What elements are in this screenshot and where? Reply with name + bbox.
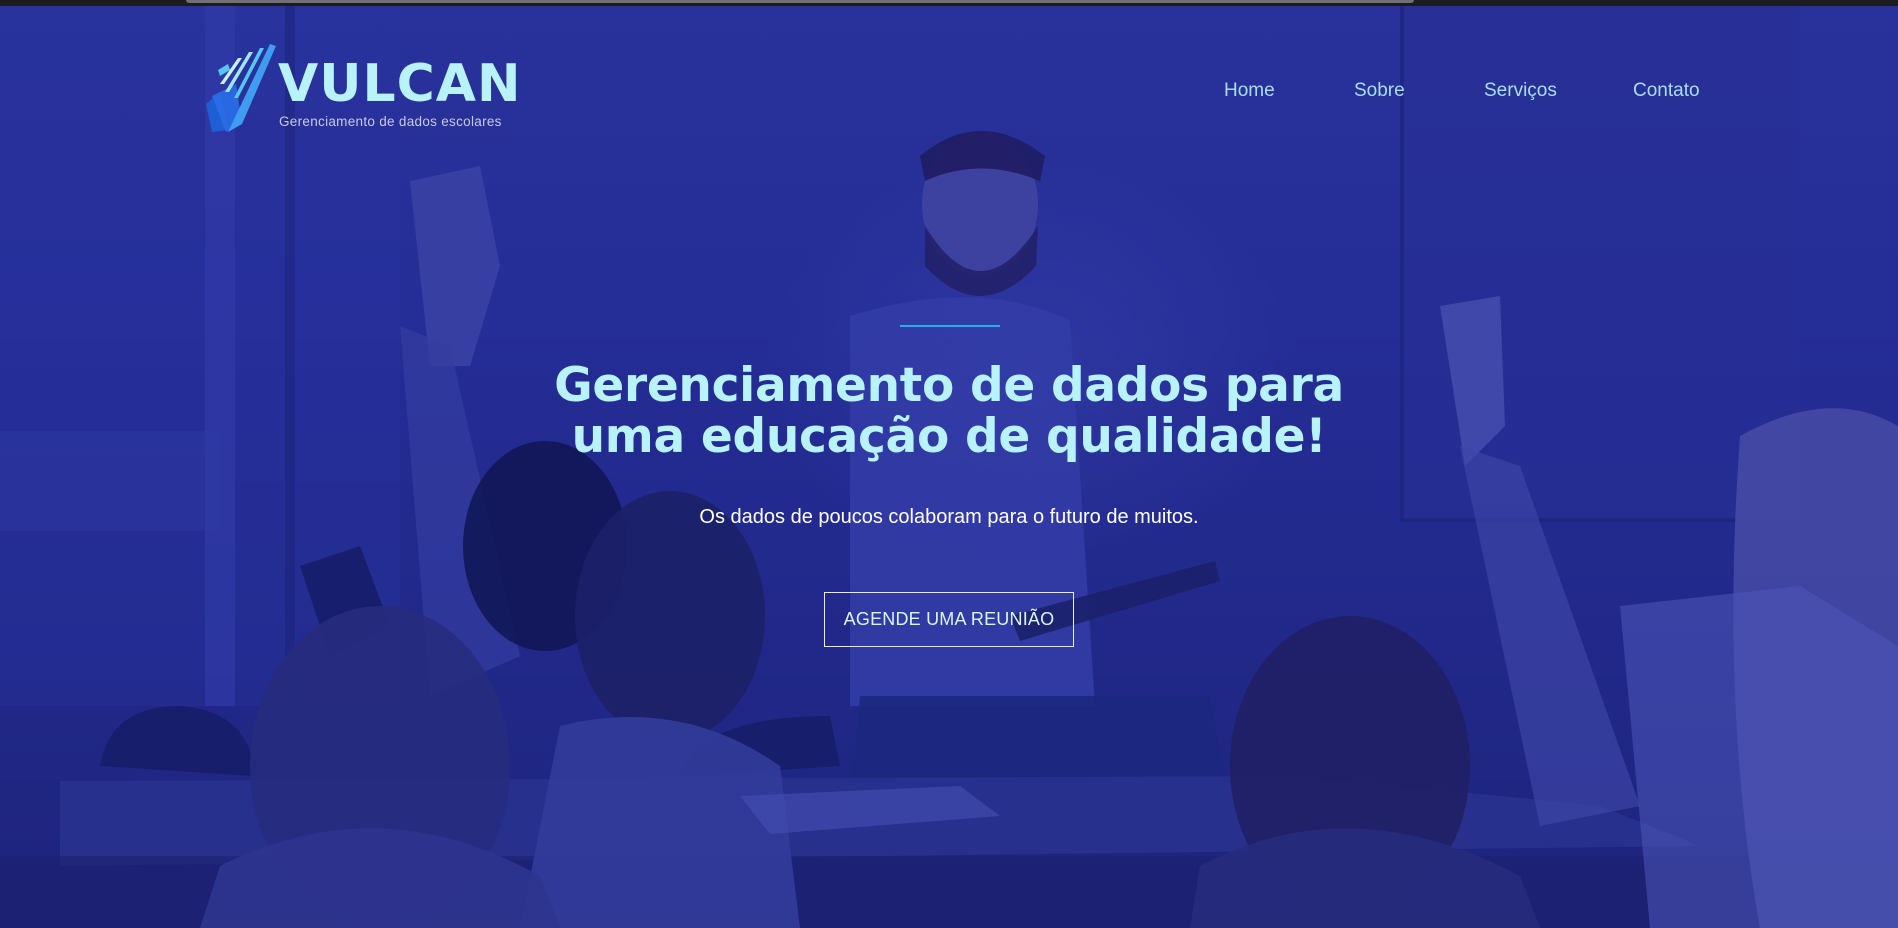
hero-headline: Gerenciamento de dados para uma educação… [449,360,1449,462]
nav-item-servicos[interactable]: Serviços [1484,80,1557,102]
brand-tagline: Gerenciamento de dados escolares [279,114,502,129]
hero-subtitle: Os dados de poucos colaboram para o futu… [699,506,1199,528]
headline-divider [900,325,1000,327]
nav-item-home[interactable]: Home [1224,80,1275,102]
hero-section: VULCAN Gerenciamento de dados escolares … [0,6,1898,928]
hero-headline-line2: uma educação de qualidade! [571,409,1327,464]
hero-headline-line1: Gerenciamento de dados para [554,358,1344,413]
schedule-meeting-button[interactable]: AGENDE UMA REUNIÃO [824,592,1074,647]
main-nav: Home Sobre Serviços Contato [0,80,1898,104]
nav-item-contato[interactable]: Contato [1633,80,1700,102]
nav-item-sobre[interactable]: Sobre [1354,80,1405,102]
hero-overlay [0,6,1898,928]
horizontal-scrollbar[interactable] [186,0,1414,3]
